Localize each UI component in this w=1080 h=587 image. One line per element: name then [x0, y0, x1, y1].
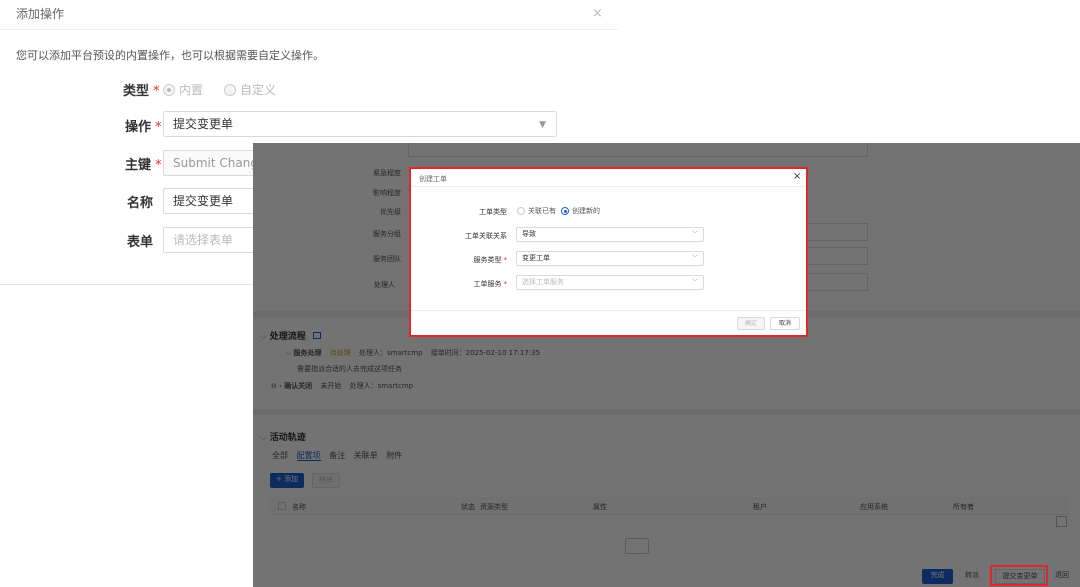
chevron-down-icon: ﹀: [691, 279, 698, 286]
complete-button[interactable]: 完成: [922, 569, 953, 584]
field-label: 服务分组: [373, 230, 401, 238]
edit-icon[interactable]: [312, 332, 321, 339]
ticket-type-radio-existing[interactable]: 关联已有: [517, 206, 556, 216]
column-header: 属性: [593, 503, 607, 511]
relation-label: 工单关联关系: [465, 232, 507, 240]
radio-label: 自定义: [240, 83, 277, 97]
process-step-1[interactable]: ⌵ 服务处理 待处理 处理人：smartcmp 接单时间：2025-02-10 …: [286, 348, 540, 358]
field-label: 处理人: [374, 281, 395, 289]
radio-unchecked-icon: [517, 207, 525, 215]
screen: 添加操作 × 您可以添加平台预设的内置操作，也可以根据需要自定义操作。 类型 * …: [0, 0, 1080, 587]
select-value: 导致: [522, 230, 536, 238]
service-type-label: 服务类型 *: [473, 256, 508, 264]
process-step-2[interactable]: ⊖ › 确认关闭 未开始 处理人：smartcmp: [271, 381, 413, 391]
cancel-button[interactable]: 取消: [770, 317, 800, 330]
top-field[interactable]: [408, 143, 868, 157]
field-label: 影响程度: [373, 189, 401, 197]
activity-tabs: 全部 配置项 备注 关联单 附件: [272, 450, 402, 461]
process-section-title: ⌵ 处理流程: [260, 329, 321, 342]
radio-unchecked-icon: [224, 83, 236, 96]
select-placeholder: 选择工单服务: [522, 278, 564, 286]
dialog-header: 添加操作 ×: [0, 0, 618, 30]
tab-config[interactable]: 配置项: [296, 451, 321, 461]
service-type-select[interactable]: 变更工单 ﹀: [516, 251, 704, 266]
add-button[interactable]: + 添加: [270, 473, 304, 488]
field-label: 服务团队: [373, 255, 401, 263]
select-placeholder: 请选择表单: [173, 233, 234, 247]
select-value: 变更工单: [522, 254, 550, 262]
tab-related[interactable]: 关联单: [354, 451, 378, 460]
close-icon[interactable]: ×: [592, 6, 603, 21]
remove-button[interactable]: 移除: [312, 473, 340, 488]
side-panel-icon[interactable]: [1056, 516, 1067, 527]
create-ticket-dialog: 创建工单 × 工单类型 关联已有 创建新的 工单关联关系 导致 ﹀ 服务类型 * …: [409, 167, 808, 337]
column-header: 租户: [753, 503, 767, 511]
name-label: 名称: [127, 196, 154, 211]
radio-label: 内置: [179, 83, 204, 97]
dialog-title: 添加操作: [16, 7, 65, 21]
chevron-down-icon: ▼: [539, 120, 546, 130]
column-header: 状态: [461, 503, 475, 511]
process-step-1-desc: 需要指派合适的人去完成这项任务: [297, 365, 402, 373]
type-radio-builtin[interactable]: 内置: [163, 81, 203, 98]
operation-label: 操作 *: [125, 120, 162, 135]
operation-select[interactable]: 提交变更单 ▼: [163, 111, 557, 137]
form-label: 表单: [127, 235, 154, 250]
table-header: 名称 状态 资源类型 属性 租户 应用系统 所有者: [270, 497, 1070, 515]
field-label: 紧急程度: [373, 169, 401, 177]
divider: [253, 409, 1080, 415]
return-button[interactable]: 退回: [1051, 569, 1073, 584]
field-label: 优先级: [380, 208, 401, 216]
tab-attachments[interactable]: 附件: [386, 451, 402, 460]
radio-checked-icon: [561, 207, 569, 215]
service-label: 工单服务 *: [473, 280, 508, 288]
relation-select[interactable]: 导致 ﹀: [516, 227, 704, 242]
column-header: 资源类型: [480, 503, 508, 511]
transfer-button[interactable]: 转派: [958, 569, 986, 584]
select-value: 提交变更单: [173, 117, 234, 131]
chevron-down-icon: ﹀: [691, 231, 698, 238]
activity-section-title: ⌵ 活动轨迹: [260, 433, 306, 443]
type-label: 类型 *: [123, 84, 160, 99]
ticket-dialog-header: 创建工单 ×: [411, 169, 806, 187]
radio-checked-icon: [163, 83, 175, 96]
column-header: 应用系统: [860, 503, 888, 511]
tab-all[interactable]: 全部: [272, 451, 288, 460]
column-header: 名称: [292, 503, 306, 511]
empty-box-icon: [625, 538, 649, 554]
tab-notes[interactable]: 备注: [329, 451, 345, 460]
type-radio-custom[interactable]: 自定义: [224, 81, 276, 98]
ticket-dialog-title: 创建工单: [419, 175, 447, 183]
radio-label: 创建新的: [572, 207, 600, 215]
close-icon[interactable]: ×: [793, 171, 801, 182]
key-label: 主键 *: [125, 158, 162, 173]
radio-label: 关联已有: [528, 207, 556, 215]
divider: [411, 310, 806, 311]
highlight-box: [990, 565, 1048, 586]
ticket-type-label: 工单类型: [479, 208, 507, 216]
column-header: 所有者: [953, 503, 974, 511]
service-select[interactable]: 选择工单服务 ﹀: [516, 275, 704, 290]
chevron-down-icon: ﹀: [691, 255, 698, 262]
confirm-button[interactable]: 确定: [737, 317, 765, 330]
select-all-checkbox[interactable]: [278, 502, 286, 510]
dialog-description: 您可以添加平台预设的内置操作，也可以根据需要自定义操作。: [16, 49, 324, 62]
ticket-type-radio-new[interactable]: 创建新的: [561, 206, 600, 216]
